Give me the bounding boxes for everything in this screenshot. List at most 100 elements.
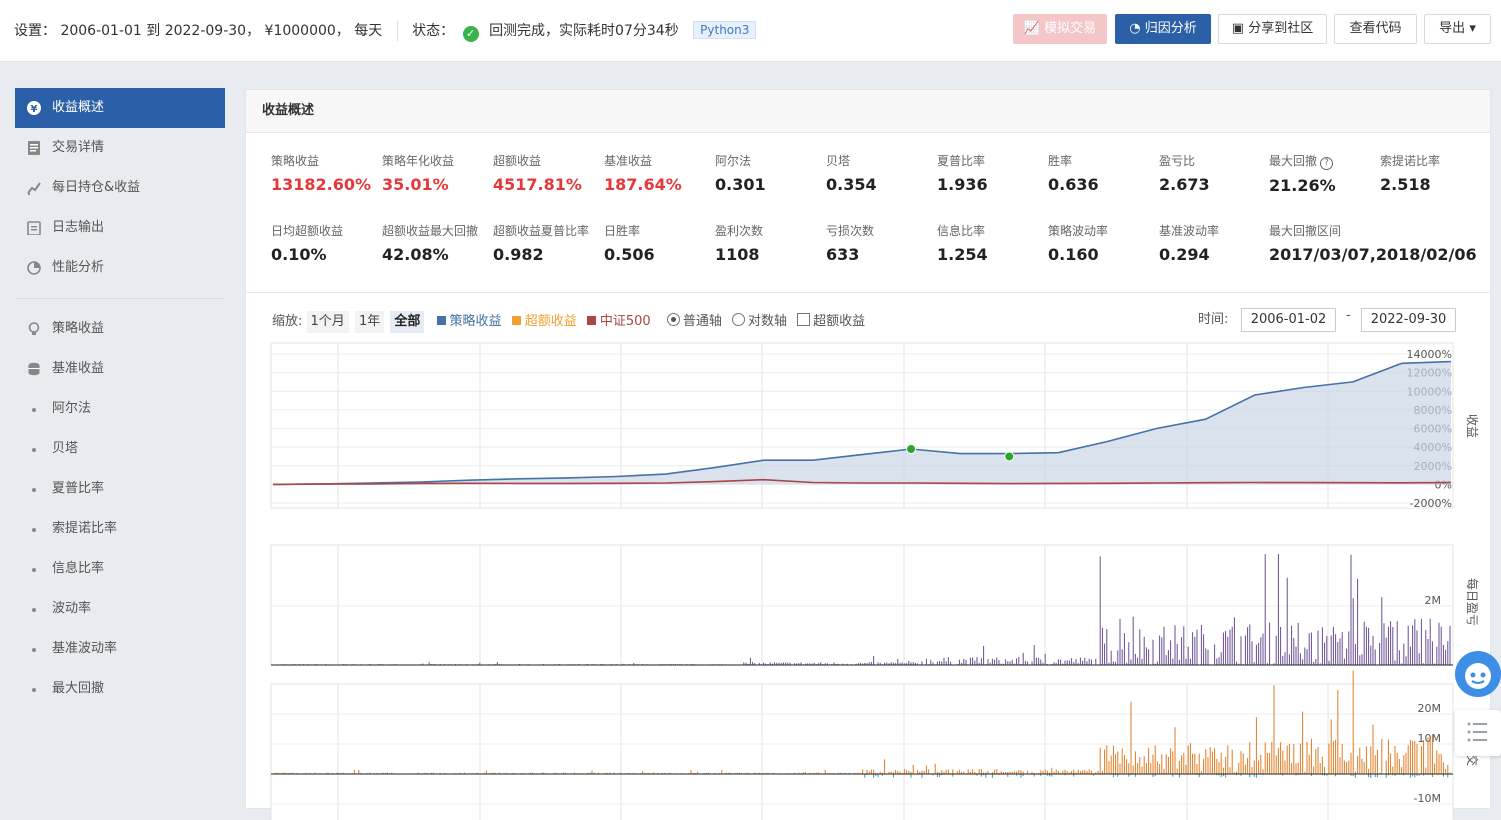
metric-card: 策略年化收益 35.01% [382, 152, 454, 194]
legend-label: 中证500 [599, 314, 651, 329]
metric-label: 盈利次数 [715, 224, 764, 238]
sidebar-item-daily-positions[interactable]: 每日持仓&收益 [15, 168, 225, 208]
metric-label: 最大回撤区间 [1269, 224, 1342, 238]
sidebar-subitem-info-ratio[interactable]: 信息比率 [15, 549, 225, 589]
list-icon [1467, 722, 1487, 742]
sidebar-subitem-sortino[interactable]: 索提诺比率 [15, 509, 225, 549]
legend-swatch [436, 316, 446, 325]
sidebar-divider [15, 298, 225, 299]
zoom-1year-button[interactable]: 1年 [354, 311, 385, 333]
metric-card: 基准波动率 0.294 [1159, 222, 1219, 264]
help-icon[interactable]: ? [1320, 157, 1334, 170]
metric-label: 胜率 [1048, 154, 1073, 168]
excess-return-checkbox[interactable] [797, 313, 811, 326]
sidebar-item-strategy-returns[interactable]: 策略收益 [15, 309, 225, 349]
toc-list-button[interactable] [1455, 710, 1501, 756]
assistant-bot-button[interactable] [1455, 651, 1501, 697]
view-code-button[interactable]: 查看代码 [1334, 14, 1417, 44]
y-tick-label: -10M [1414, 792, 1441, 805]
zoom-1month-button[interactable]: 1个月 [306, 311, 349, 333]
time-label: 时间: [1198, 312, 1229, 327]
sidebar-item-trade-details[interactable]: 交易详情 [15, 128, 225, 168]
metric-value: 2.673 [1159, 175, 1210, 194]
metric-label: 贝塔 [826, 154, 851, 168]
metric-label: 盈亏比 [1159, 154, 1196, 168]
divider [396, 21, 398, 41]
sidebar-item-benchmark-returns[interactable]: 基准收益 [15, 349, 225, 389]
drawdown-marker [1004, 451, 1015, 462]
share-label: 分享到社区 [1248, 21, 1314, 36]
metric-label: 最大回撤 [1269, 154, 1318, 168]
metric-card: 贝塔 0.354 [826, 152, 877, 194]
metric-card: 最大回撤? 21.26% [1269, 152, 1336, 195]
sidebar-subitem-alpha[interactable]: 阿尔法 [15, 389, 225, 429]
metric-label: 基准收益 [604, 154, 653, 168]
metric-label: 日胜率 [604, 224, 641, 238]
returns-charts: 14000%12000%10000%8000%6000%4000%2000%0%… [270, 342, 1480, 820]
legend-excess[interactable]: 超额收益 [511, 310, 577, 329]
zoom-all-button[interactable]: 全部 [390, 311, 425, 333]
simulate-trade-button[interactable]: 📈 模拟交易 [1013, 14, 1107, 44]
normal-axis-label: 普通轴 [682, 314, 722, 329]
sidebar-subitem-beta[interactable]: 贝塔 [15, 429, 225, 469]
status-label: 状态： [412, 23, 455, 39]
legend-csi500[interactable]: 中证500 [586, 310, 651, 329]
database-icon [28, 362, 40, 376]
metric-value: 0.10% [271, 245, 327, 264]
excess-return-label: 超额收益 [813, 314, 866, 329]
metric-card: 超额收益最大回撤 42.08% [382, 222, 478, 264]
metric-value: 13182.60% [271, 175, 372, 194]
check-circle-icon: ✓ [462, 26, 479, 42]
sidebar-subitem-max-drawdown[interactable]: 最大回撤 [15, 669, 225, 709]
attribution-label: 归因分析 [1144, 21, 1197, 36]
sidebar-item-returns-overview[interactable]: ¥ 收益概述 [15, 88, 225, 128]
sidebar-item-label: 日志输出 [52, 220, 105, 235]
export-dropdown[interactable]: 导出 ▾ [1424, 14, 1491, 44]
metric-label: 基准波动率 [1159, 224, 1220, 238]
metric-value: 0.301 [715, 175, 766, 194]
sidebar-subitem-benchmark-volatility[interactable]: 基准波动率 [15, 629, 225, 669]
metric-label: 超额收益最大回撤 [382, 224, 479, 238]
date-separator: - [1346, 308, 1351, 323]
metric-value: 0.982 [493, 245, 544, 264]
metric-label: 夏普比率 [937, 154, 986, 168]
sidebar-subitem-volatility[interactable]: 波动率 [15, 589, 225, 629]
metric-card: 夏普比率 1.936 [937, 152, 988, 194]
normal-axis-radio[interactable] [666, 313, 680, 326]
sidebar-item-performance[interactable]: 性能分析 [15, 248, 225, 288]
metric-label: 日均超额收益 [271, 224, 344, 238]
metric-card: 策略收益 13182.60% [271, 152, 371, 194]
attribution-button[interactable]: ◔ 归因分析 [1115, 14, 1211, 44]
metric-value: 0.160 [1048, 245, 1099, 264]
metric-label-row: 最大回撤? [1269, 152, 1336, 170]
python-badge: Python3 [693, 21, 757, 39]
clipboard-icon [27, 221, 41, 235]
sidebar-subitem-sharpe[interactable]: 夏普比率 [15, 469, 225, 509]
trend-icon [27, 182, 41, 195]
metric-card: 亏损次数 633 [826, 222, 874, 264]
metric-label: 阿尔法 [715, 154, 752, 168]
export-label: 导出 [1439, 21, 1466, 36]
top-bar: 设置： 2006-01-01 到 2022-09-30， ¥1000000， 每… [0, 0, 1501, 62]
sidebar-item-log-output[interactable]: 日志输出 [15, 208, 225, 248]
sidebar-item-label: 每日持仓&收益 [52, 180, 141, 195]
metric-value: 2.518 [1380, 175, 1431, 194]
sidebar-item-label: 策略收益 [52, 321, 105, 336]
robot-icon [1465, 663, 1491, 689]
returns-overview-panel: 收益概述 策略收益 13182.60% 策略年化收益 35.01% 超额收益 4517.8… [245, 89, 1491, 820]
chart-icon: 📈 [1023, 21, 1041, 36]
metric-value: 0.636 [1048, 175, 1099, 194]
end-date-input[interactable]: 2022-09-30 [1361, 308, 1456, 332]
y-tick-label: -2000% [1410, 497, 1452, 510]
share-button[interactable]: ▣ 分享到社区 [1218, 14, 1327, 44]
zoom-label: 缩放: [272, 314, 303, 329]
metric-value: 0.294 [1159, 245, 1210, 264]
log-axis-label: 对数轴 [747, 314, 787, 329]
metric-label: 信息比率 [937, 224, 986, 238]
metrics-divider [246, 292, 1490, 293]
log-axis-radio[interactable] [731, 313, 745, 326]
panel-title: 收益概述 [246, 90, 1490, 133]
start-date-input[interactable]: 2006-01-02 [1241, 308, 1336, 332]
legend-strategy[interactable]: 策略收益 [436, 310, 502, 329]
capital: ¥1000000， [264, 23, 350, 39]
